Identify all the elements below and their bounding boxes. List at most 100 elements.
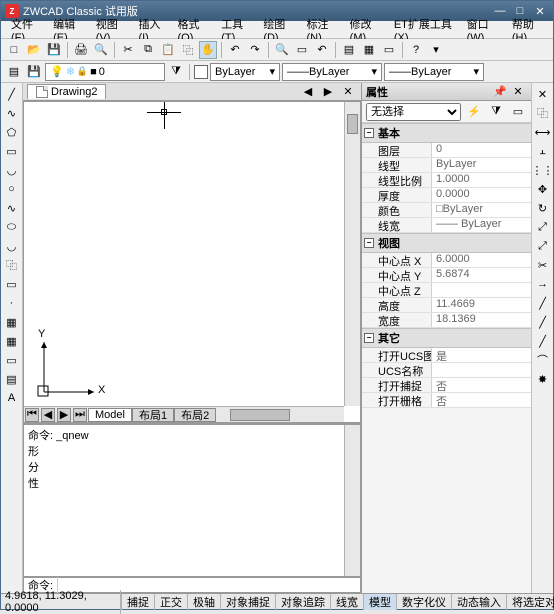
sheet-layout2[interactable]: 布局2 [174,408,216,422]
prop-row[interactable]: 线型ByLayer [362,158,531,173]
vscrollbar[interactable] [344,102,360,406]
explode-tool[interactable]: ✸ [534,370,552,388]
cmd-vscrollbar[interactable] [344,425,360,576]
mirror-tool[interactable]: ⟷ [534,123,552,141]
prop-group-other[interactable]: −其它 [362,328,531,348]
layer-props-button[interactable]: ▤ [5,63,23,81]
undo-button[interactable]: ↶ [226,41,244,59]
prop-value[interactable]: 5.6874 [432,268,531,282]
stretch-tool[interactable]: ⤢ [534,237,552,255]
prop-row[interactable]: 中心点 Y5.6874 [362,268,531,283]
move-tool[interactable]: ✥ [534,180,552,198]
new-button[interactable]: □ [5,41,23,59]
preview-button[interactable]: 🔍 [92,41,110,59]
polygon-tool[interactable]: ⬠ [3,123,21,141]
prop-value[interactable]: 否 [432,378,531,392]
prop-row[interactable]: 颜色□ByLayer [362,203,531,218]
table-tool[interactable]: ▤ [3,370,21,388]
prop-row[interactable]: 高度11.4669 [362,298,531,313]
pline-tool[interactable]: ∿ [3,104,21,122]
rotate-tool[interactable]: ↻ [534,199,552,217]
zoom-prev-button[interactable]: ↶ [313,41,331,59]
selection-dropdown[interactable]: 无选择 [366,103,461,121]
status-模型[interactable]: 模型 [363,594,396,610]
layer-make-button[interactable]: ⧩ [167,63,185,81]
prop-value[interactable]: 是 [432,348,531,362]
break-tool[interactable]: ╱ [534,294,552,312]
paste-button[interactable]: 📋 [159,41,177,59]
hatch-tool[interactable]: ▦ [3,313,21,331]
scale-tool[interactable]: ⤢ [534,218,552,236]
select-objects-button[interactable]: ⧩ [487,103,505,121]
prop-value[interactable] [432,283,531,297]
status-将选定对象的特性[interactable]: 将选定对象的特性 [506,594,554,610]
prop-row[interactable]: 线宽—— ByLayer [362,218,531,233]
prop-row[interactable]: 打开UCS图标是 [362,348,531,363]
prop-row[interactable]: 线型比例1.0000 [362,173,531,188]
layer-state-button[interactable]: 💾 [25,63,43,81]
color-button[interactable] [194,65,208,79]
status-对象追踪[interactable]: 对象追踪 [275,594,330,610]
status-线宽[interactable]: 线宽 [330,594,363,610]
sheet-layout1[interactable]: 布局1 [132,408,174,422]
join-tool[interactable]: ╱ [534,313,552,331]
print-button[interactable]: 🖨 [72,41,90,59]
doc-dropdown2[interactable]: ▶ [319,83,337,101]
properties-body[interactable]: −基本图层0线型ByLayer线型比例1.0000厚度0.0000颜色□ByLa… [362,123,531,593]
prop-row[interactable]: 打开栅格否 [362,393,531,408]
sheet-nav-next[interactable]: ▶ [57,408,71,422]
hscrollbar[interactable] [230,409,330,421]
region-tool[interactable]: ▭ [3,351,21,369]
quick-select-button[interactable]: ⚡ [465,103,483,121]
rect-tool[interactable]: ▭ [3,142,21,160]
toggle-pick-button[interactable]: ▭ [509,103,527,121]
status-动态输入[interactable]: 动态输入 [451,594,506,610]
open-button[interactable]: 📂 [25,41,43,59]
chamfer-tool[interactable]: ╱ [534,332,552,350]
copy-button[interactable]: ⧉ [139,41,157,59]
prop-row[interactable]: 中心点 Z [362,283,531,298]
sheet-nav-last[interactable]: ⏭ [73,408,87,422]
prop-row[interactable]: 图层0 [362,143,531,158]
drawing-canvas[interactable]: X Y ⏮ ◀ ▶ ⏭ Model 布局1 布局2 [23,101,361,423]
match-button[interactable]: ⿻ [179,41,197,59]
prop-value[interactable]: 11.4669 [432,298,531,312]
zoom-rt-button[interactable]: 🔍 [273,41,291,59]
sheet-nav-prev[interactable]: ◀ [41,408,55,422]
prop-value[interactable]: —— ByLayer [432,218,531,232]
command-output[interactable]: 命令: _qnew 形 分 性 [23,424,361,577]
prop-value[interactable]: 18.1369 [432,313,531,327]
point-tool[interactable]: · [3,294,21,312]
linetype-selector[interactable]: —— ByLayer▾ [282,63,382,81]
prop-value[interactable]: ByLayer [432,158,531,172]
hscroll-thumb[interactable] [230,409,290,421]
insert-tool[interactable]: ⿻ [3,256,21,274]
ellipsearc-tool[interactable]: ◡ [3,237,21,255]
erase-tool[interactable]: ✕ [534,85,552,103]
gradient-tool[interactable]: ▦ [3,332,21,350]
prop-value[interactable]: 6.0000 [432,253,531,267]
redo-button[interactable]: ↷ [246,41,264,59]
circle-tool[interactable]: ○ [3,180,21,198]
prop-row[interactable]: 厚度0.0000 [362,188,531,203]
sheet-nav-first[interactable]: ⏮ [25,408,39,422]
offset-tool[interactable]: ⫠ [534,142,552,160]
status-极轴[interactable]: 极轴 [187,594,220,610]
extend-tool[interactable]: → [534,275,552,293]
copy-tool[interactable]: ⿻ [534,104,552,122]
array-tool[interactable]: ⋮⋮ [534,161,552,179]
prop-value[interactable]: □ByLayer [432,203,531,217]
prop-value[interactable]: 否 [432,393,531,407]
save-button[interactable]: 💾 [45,41,63,59]
prop-value[interactable]: 0.0000 [432,188,531,202]
panel-pin-button[interactable]: 📌 [491,83,509,101]
design-button[interactable]: ▦ [360,41,378,59]
fillet-tool[interactable]: ⌒ [534,351,552,369]
layer-selector[interactable]: 💡 ❄ 🔒 ■ 0 [45,63,165,81]
arc-tool[interactable]: ◡ [3,161,21,179]
cut-button[interactable]: ✂ [119,41,137,59]
block-tool[interactable]: ▭ [3,275,21,293]
line-tool[interactable]: ╱ [3,85,21,103]
vscroll-thumb[interactable] [347,114,358,134]
dropdown-button[interactable]: ▾ [427,41,445,59]
